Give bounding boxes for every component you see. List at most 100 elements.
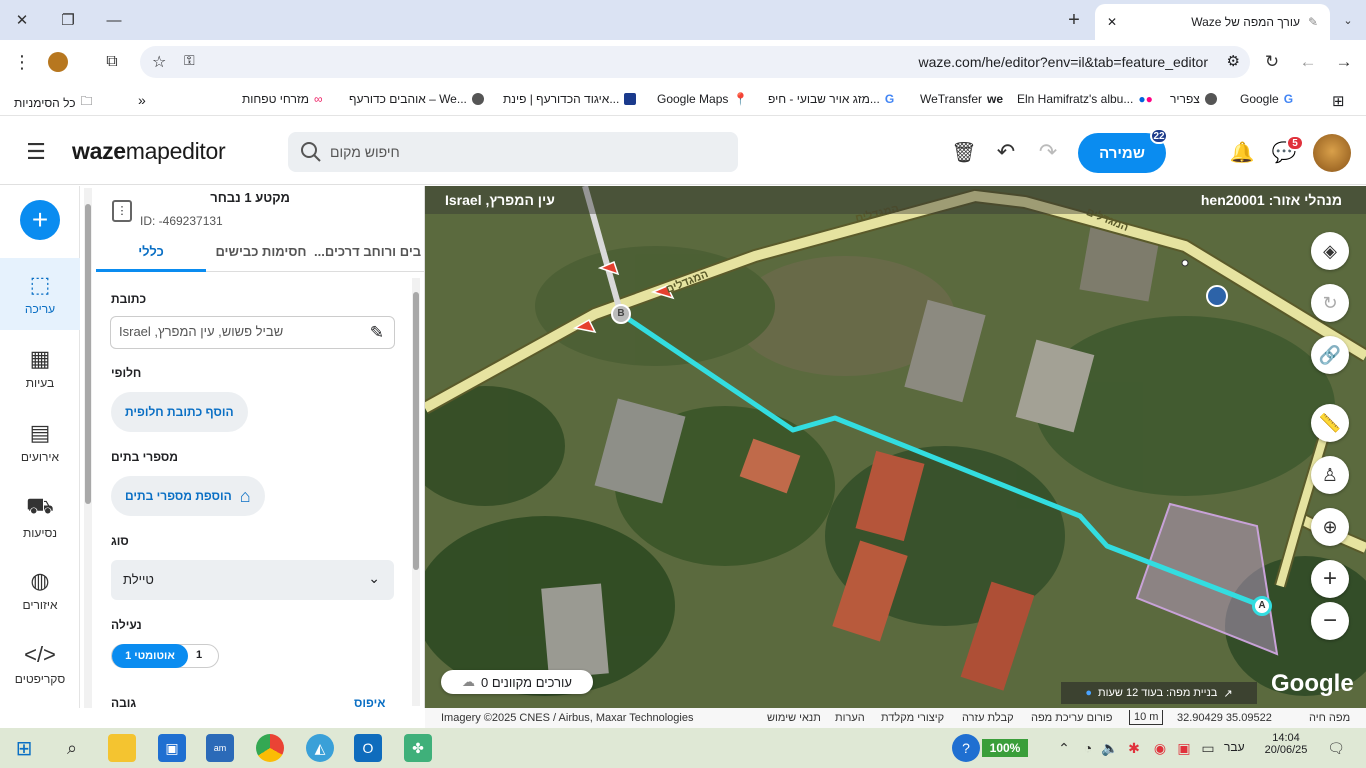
location-label: עין המפרץ, Israel: [445, 192, 555, 208]
house-button-label: הוספת מספרי בתים: [125, 489, 232, 503]
input-language[interactable]: עבר: [1224, 740, 1245, 754]
alt-label: חלופי: [111, 366, 142, 380]
hamburger-menu-icon[interactable]: ☰: [22, 138, 50, 166]
forward-icon[interactable]: ←: [1294, 48, 1322, 76]
restore-window-icon[interactable]: ❐: [54, 6, 82, 34]
bookmark-item[interactable]: מזרחי טפחות ∞: [242, 92, 323, 106]
add-house-numbers-button[interactable]: ⌂ הוספת מספרי בתים: [111, 476, 265, 516]
password-key-icon[interactable]: ⚿: [184, 52, 195, 69]
redo-icon[interactable]: ↷: [1034, 138, 1062, 166]
bookmark-item[interactable]: Eln Hamifratz's albu... ●●: [1017, 92, 1153, 106]
more-bookmarks-icon[interactable]: »: [138, 92, 146, 108]
zoom-out-icon[interactable]: −: [1311, 602, 1349, 640]
clock[interactable]: 14:04 20/06/25: [1258, 732, 1314, 756]
refresh-icon[interactable]: ↻: [1311, 284, 1349, 322]
address-bar[interactable]: ☆ ⚿ waze.com/he/editor?env=il&tab=featur…: [140, 46, 1250, 78]
apps-grid-icon[interactable]: ⊞: [1332, 92, 1345, 110]
tray-app-icon[interactable]: ✱: [1120, 734, 1148, 762]
bookmark-star-icon[interactable]: ☆: [152, 52, 166, 72]
bookmark-item[interactable]: Google G: [1240, 92, 1293, 106]
edit-pencil-icon[interactable]: ✎: [370, 323, 384, 343]
reset-link[interactable]: איפוס: [354, 696, 385, 710]
minimize-window-icon[interactable]: —: [100, 6, 128, 34]
panel-scrollbar[interactable]: [412, 278, 420, 706]
footer-link-forum[interactable]: פורום עריכת מפה: [1031, 712, 1112, 724]
all-bookmarks[interactable]: כל הסימניות 🗀: [14, 92, 93, 113]
bookmark-item[interactable]: מזג אויר שבועי - חיפ... G: [768, 92, 894, 106]
nav-areas[interactable]: ◍ איזורים: [0, 554, 80, 626]
tab-lanes[interactable]: ...בים ורוחב דרכים: [314, 234, 426, 272]
outer-scrollbar[interactable]: [84, 188, 92, 708]
tab-title: עורך המפה של Waze: [1191, 15, 1300, 29]
chrome-icon[interactable]: [256, 734, 284, 762]
windows-start-icon[interactable]: ⊞: [10, 734, 38, 762]
bookmark-item[interactable]: צפריר: [1170, 92, 1217, 106]
layers-icon[interactable]: ◈: [1311, 232, 1349, 270]
display-icon[interactable]: ▭: [1194, 734, 1222, 762]
measure-ruler-icon[interactable]: 📏: [1311, 404, 1349, 442]
tab-general[interactable]: כללי: [96, 234, 206, 272]
app-icon[interactable]: ✤: [404, 734, 432, 762]
app-icon[interactable]: am: [206, 734, 234, 762]
address-field[interactable]: שביל פשוש, עין המפרץ, Israel ✎: [110, 316, 395, 349]
lock-level-1-option[interactable]: 1: [196, 649, 202, 661]
store-icon[interactable]: ▣: [158, 734, 186, 762]
online-editors-pill[interactable]: עורכים מקוונים 0 ☁: [441, 670, 593, 694]
nav-edit[interactable]: ⬚ עריכה: [0, 258, 80, 330]
new-tab-icon[interactable]: +: [1060, 6, 1088, 34]
undo-icon[interactable]: ↶: [992, 138, 1020, 166]
bookmark-label: מזג אויר שבועי - חיפ...: [768, 92, 880, 106]
browser-tab[interactable]: ✎ עורך המפה של Waze ✕: [1095, 4, 1330, 40]
profile-avatar[interactable]: [48, 52, 68, 72]
road-type-select[interactable]: טיילת ⌄: [111, 560, 394, 600]
bookmark-item[interactable]: אוהבים כדורעף – We...: [349, 92, 484, 106]
back-icon[interactable]: →: [1330, 48, 1358, 76]
bookmark-item[interactable]: איגוד הכדורעף | פינת...: [503, 92, 637, 106]
file-explorer-icon[interactable]: [108, 734, 136, 762]
permalink-icon[interactable]: 🔗: [1311, 336, 1349, 374]
street-view-person-icon[interactable]: ♙: [1311, 456, 1349, 494]
nav-label: בעיות: [25, 376, 55, 390]
outlook-icon[interactable]: O: [354, 734, 382, 762]
notifications-bell-icon[interactable]: 🔔: [1228, 138, 1256, 166]
footer-link-help[interactable]: קבלת עזרה: [962, 712, 1014, 724]
nav-scripts[interactable]: </> סקריפטים: [0, 628, 80, 700]
footer-link-shortcuts[interactable]: קיצורי מקלדת: [881, 712, 944, 724]
add-alt-address-button[interactable]: הוסף כתובת חלופית: [111, 392, 248, 432]
delete-trash-icon[interactable]: 🗑: [950, 138, 978, 166]
tab-close-icon[interactable]: ✕: [1107, 15, 1117, 29]
app-icon[interactable]: ◭: [306, 734, 334, 762]
add-feature-button[interactable]: +: [20, 200, 60, 240]
tab-closures[interactable]: חסימות כבישים: [212, 234, 310, 272]
nav-drives[interactable]: ⛟ נסיעות: [0, 480, 80, 552]
close-window-icon[interactable]: ✕: [8, 6, 36, 34]
notifications-center-icon[interactable]: 🗨: [1322, 734, 1350, 762]
lock-auto-option[interactable]: אוטומטי 1: [112, 644, 188, 668]
map-canvas[interactable]: המגדלים המגדלים המגדלים B A עין המפרץ, I…: [425, 186, 1366, 708]
external-link-icon[interactable]: ↗: [1223, 687, 1232, 700]
nav-issues[interactable]: ▦ בעיות: [0, 332, 80, 404]
help-icon[interactable]: ?: [952, 734, 980, 762]
taskbar-search-icon[interactable]: ⌕: [58, 734, 86, 762]
footer-link-feedback[interactable]: הערות: [835, 712, 865, 724]
save-label: שמירה: [1099, 144, 1145, 162]
reload-icon[interactable]: ↻: [1258, 48, 1286, 76]
tab-search-icon[interactable]: ⌄: [1334, 6, 1362, 34]
globe-icon: [1204, 93, 1217, 105]
site-settings-icon[interactable]: ⚙: [1227, 52, 1240, 70]
zoom-in-icon[interactable]: +: [1311, 560, 1349, 598]
user-avatar[interactable]: [1313, 134, 1351, 172]
nav-events[interactable]: ▤ אירועים: [0, 406, 80, 478]
bookmark-item[interactable]: Google Maps 📍: [657, 92, 748, 106]
locate-me-icon[interactable]: ⊕: [1311, 508, 1349, 546]
menu-dots-icon[interactable]: ⋮: [8, 48, 36, 76]
bookmark-item[interactable]: WeTransfer we: [920, 92, 1003, 106]
node-b[interactable]: B: [611, 304, 631, 324]
search-placeholder: חיפוש מקום: [330, 144, 400, 160]
extensions-icon[interactable]: ⧉: [98, 48, 126, 76]
live-map-link[interactable]: מפה חיה: [1309, 712, 1350, 724]
save-count-badge: 22: [1150, 128, 1168, 144]
place-search-input[interactable]: חיפוש מקום: [288, 132, 738, 172]
node-a[interactable]: A: [1252, 596, 1272, 616]
footer-link-terms[interactable]: תנאי שימוש: [767, 712, 821, 724]
